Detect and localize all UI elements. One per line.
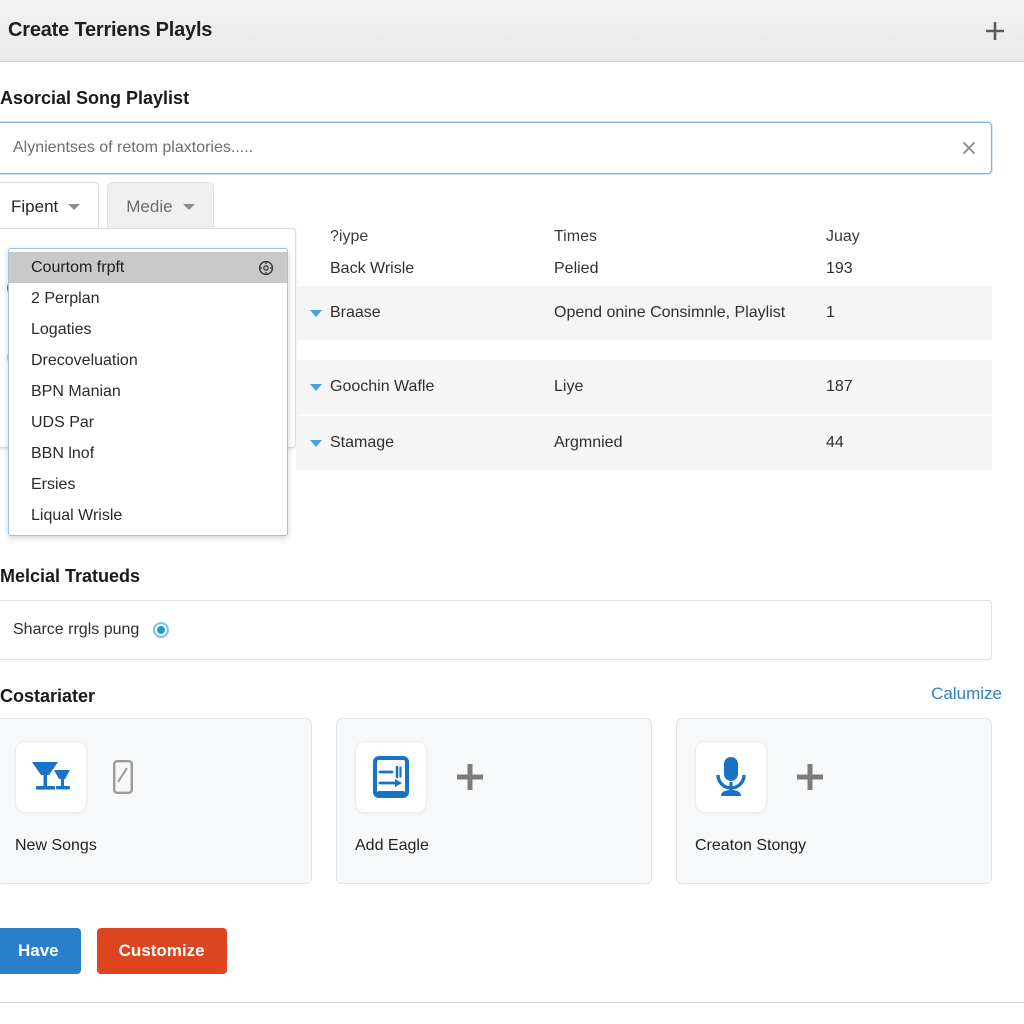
cell-juay: 193	[826, 260, 853, 277]
footer-actions: Have Customize	[0, 928, 227, 974]
costariater-heading: Costariater	[0, 686, 96, 706]
radio-selected-icon[interactable]	[153, 622, 170, 638]
dropdown-item-2[interactable]: Logaties	[9, 314, 287, 345]
caret-down-icon[interactable]	[296, 309, 322, 317]
customize-button[interactable]: Customize	[96, 928, 227, 974]
medial-option-panel[interactable]: Sharce rrgls pung	[0, 600, 992, 660]
card-new-songs[interactable]: New Songs	[0, 718, 312, 884]
table-row[interactable]: Goochin Wafle Liye 187	[296, 360, 992, 414]
card-add-eagle[interactable]: Add Eagle	[336, 718, 652, 884]
chevron-down-icon	[68, 203, 81, 210]
cell-juay: 187	[826, 378, 853, 395]
card-label: New Songs	[15, 837, 97, 854]
dropdown-item-label: 2 Perplan	[31, 289, 100, 307]
card-creaton-stongy[interactable]: Creaton Stongy	[676, 718, 992, 884]
results-table: ?iype Times Juay Back Wrisle Pelied 193 …	[296, 222, 992, 470]
cell-type: Stamage	[330, 434, 395, 451]
column-header-type: ?iype	[330, 228, 369, 245]
card-icon-row	[15, 739, 293, 815]
dropdown-item-1[interactable]: 2 Perplan	[9, 283, 287, 314]
table-header-row: ?iype Times Juay	[296, 222, 992, 252]
cell-times: Liye	[554, 378, 584, 395]
caret-down-icon[interactable]	[296, 439, 322, 447]
footer-divider	[0, 1002, 1024, 1003]
tab-fipent-label: Fipent	[11, 196, 59, 216]
tab-medie-label: Medie	[126, 196, 173, 216]
dropdown-item-label: UDS Par	[31, 413, 95, 431]
cell-type: Back Wrisle	[330, 260, 415, 277]
transfer-card-icon	[355, 741, 427, 813]
dropdown-item-6[interactable]: BBN lnof	[9, 438, 287, 469]
window-titlebar: Create Terriens Playls	[0, 0, 1024, 62]
tab-medie[interactable]: Medie	[107, 182, 214, 230]
medial-option-label: Sharce rrgls pung	[13, 621, 140, 638]
column-header-juay: Juay	[826, 228, 860, 245]
dropdown-item-4[interactable]: BPN Manian	[9, 376, 287, 407]
dropdown-item-label: Liqual Wrisle	[31, 506, 123, 524]
dropdown-item-5[interactable]: UDS Par	[9, 407, 287, 438]
card-label: Creaton Stongy	[695, 837, 807, 854]
table-row[interactable]: Braase Opend onine Consimnle, Playlist 1	[296, 286, 992, 340]
have-button[interactable]: Have	[0, 928, 81, 974]
tab-fipent[interactable]: Fipent	[0, 182, 100, 230]
cell-times: Argmnied	[554, 434, 623, 451]
medial-section-heading: Melcial Tratueds	[0, 566, 141, 586]
phone-icon	[113, 760, 133, 794]
dropdown-item-0[interactable]: Courtom frpft	[9, 252, 287, 283]
dropdown-item-label: Courtom frpft	[31, 258, 125, 276]
search-field-wrapper[interactable]	[0, 122, 992, 174]
search-input[interactable]	[0, 139, 947, 157]
card-icon-row	[355, 739, 633, 815]
table-row[interactable]: Back Wrisle Pelied 193	[296, 252, 992, 286]
plus-icon[interactable]	[980, 16, 1010, 46]
dropdown-item-3[interactable]: Drecoveluation	[9, 345, 287, 376]
card-icon-row	[695, 739, 973, 815]
cell-juay: 1	[826, 304, 835, 321]
dropdown-item-8[interactable]: Liqual Wrisle	[9, 500, 287, 531]
cell-times: Opend onine Consimnle, Playlist	[554, 304, 786, 321]
cell-type: Braase	[330, 304, 381, 321]
cell-type: Goochin Wafle	[330, 378, 435, 395]
page-title: Create Terriens Playls	[8, 19, 213, 41]
glasses-icon	[15, 741, 87, 813]
column-header-times: Times	[554, 228, 597, 245]
calumize-link[interactable]: Calumize	[931, 684, 1002, 704]
table-row-gap	[296, 340, 992, 360]
close-icon[interactable]	[947, 123, 991, 173]
dropdown-item-7[interactable]: Ersies	[9, 469, 287, 500]
microphone-icon	[695, 741, 767, 813]
cell-times: Pelied	[554, 260, 599, 277]
caret-down-icon[interactable]	[296, 383, 322, 391]
plus-icon[interactable]	[793, 760, 827, 794]
dropdown-item-label: Logaties	[31, 320, 92, 338]
table-row[interactable]: Stamage Argmnied 44	[296, 416, 992, 470]
chevron-down-icon	[182, 203, 195, 210]
dropdown-item-label: BPN Manian	[31, 382, 121, 400]
dropdown-item-label: Ersies	[31, 475, 76, 493]
cell-juay: 44	[826, 434, 844, 451]
dropdown-item-label: Drecoveluation	[31, 351, 138, 369]
playlist-field-label: Asorcial Song Playlist	[0, 88, 190, 108]
dropdown-item-label: BBN lnof	[31, 444, 95, 462]
filter-dropdown-menu[interactable]: Courtom frpft 2 Perplan Logaties Drecove…	[8, 248, 288, 536]
card-label: Add Eagle	[355, 837, 429, 854]
card-grid: New Songs Add Eagle Creaton Stongy	[0, 718, 992, 884]
gear-icon[interactable]	[257, 259, 275, 277]
app-root: Create Terriens Playls Asorcial Song Pla…	[0, 0, 1024, 1024]
tab-strip: Fipent Medie	[0, 182, 214, 230]
plus-icon[interactable]	[453, 760, 487, 794]
